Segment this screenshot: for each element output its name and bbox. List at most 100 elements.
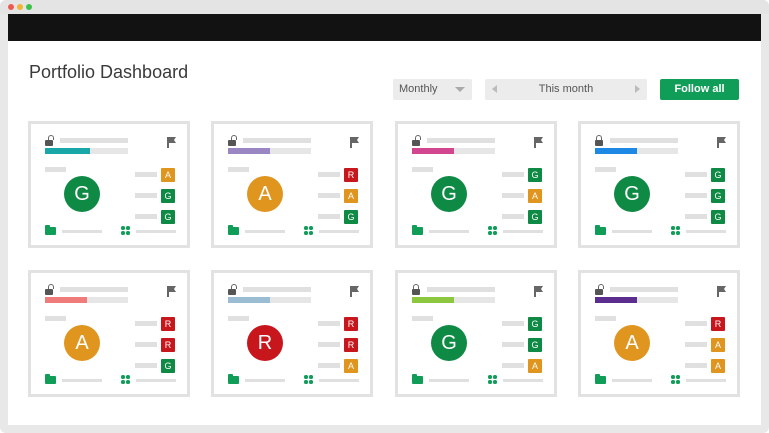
- apps-grid-icon[interactable]: [121, 375, 130, 384]
- grid-dot: [121, 226, 125, 230]
- project-title-placeholder: [427, 138, 495, 143]
- grid-dot: [126, 226, 130, 230]
- status-label-placeholder: [412, 316, 433, 321]
- metric-label-placeholder: [135, 214, 157, 219]
- progress-bar-fill: [412, 297, 455, 303]
- project-card[interactable]: GGGA: [395, 270, 557, 397]
- apps-grid-icon[interactable]: [121, 226, 130, 235]
- flag-icon[interactable]: [534, 286, 544, 297]
- period-select[interactable]: Monthly: [393, 79, 472, 100]
- folder-icon[interactable]: [228, 374, 239, 384]
- apps-placeholder: [136, 230, 176, 233]
- flag-icon[interactable]: [717, 286, 727, 297]
- status-label-placeholder: [595, 167, 616, 172]
- flag-icon[interactable]: [350, 137, 360, 148]
- next-month-button[interactable]: [629, 79, 645, 100]
- project-card[interactable]: GGGG: [578, 121, 740, 248]
- documents-placeholder: [612, 230, 652, 233]
- metric-label-placeholder: [502, 321, 524, 326]
- metric-status-badge: A: [344, 189, 358, 203]
- apps-grid-icon[interactable]: [671, 375, 680, 384]
- unlocked-icon: [228, 284, 237, 295]
- documents-placeholder: [62, 230, 102, 233]
- folder-icon[interactable]: [595, 374, 606, 384]
- flag-cloth: [718, 137, 726, 143]
- project-card[interactable]: ARAA: [578, 270, 740, 397]
- metric-status-badge: G: [528, 338, 542, 352]
- apps-grid-icon[interactable]: [671, 226, 680, 235]
- flag-icon[interactable]: [167, 137, 177, 148]
- metric-label-placeholder: [502, 363, 524, 368]
- flag-icon[interactable]: [350, 286, 360, 297]
- grid-dot: [676, 380, 680, 384]
- minimize-window-button[interactable]: [17, 4, 23, 10]
- metric-status-badge: A: [528, 359, 542, 373]
- documents-placeholder: [429, 379, 469, 382]
- metric-status-badge: G: [344, 210, 358, 224]
- progress-bar: [595, 148, 678, 154]
- chevron-down-icon: [455, 87, 465, 92]
- metric-status-badge: G: [161, 210, 175, 224]
- project-card[interactable]: RRRA: [211, 270, 373, 397]
- metric-status-badge: R: [344, 338, 358, 352]
- documents-placeholder: [612, 379, 652, 382]
- folder-icon[interactable]: [595, 225, 606, 235]
- lock-body: [412, 289, 420, 295]
- follow-all-button[interactable]: Follow all: [660, 79, 739, 100]
- folder-icon[interactable]: [228, 225, 239, 235]
- overall-status-circle: G: [64, 176, 100, 212]
- project-card[interactable]: GAGG: [28, 121, 190, 248]
- progress-bar: [412, 297, 495, 303]
- grid-dot: [121, 375, 125, 379]
- project-card[interactable]: ARAG: [211, 121, 373, 248]
- project-card[interactable]: GGAG: [395, 121, 557, 248]
- apps-grid-icon[interactable]: [304, 375, 313, 384]
- month-navigator: This month: [485, 79, 647, 100]
- top-navigation-bar: [8, 14, 761, 41]
- project-card[interactable]: ARRG: [28, 270, 190, 397]
- folder-icon[interactable]: [45, 374, 56, 384]
- metric-label-placeholder: [135, 321, 157, 326]
- grid-dot: [488, 231, 492, 235]
- metric-label-placeholder: [318, 214, 340, 219]
- flag-cloth: [351, 137, 359, 143]
- metric-status-badge: G: [711, 210, 725, 224]
- flag-icon[interactable]: [167, 286, 177, 297]
- overall-status-circle: G: [431, 325, 467, 361]
- flag-cloth: [351, 286, 359, 292]
- progress-bar: [45, 148, 128, 154]
- flag-icon[interactable]: [717, 137, 727, 148]
- apps-placeholder: [319, 230, 359, 233]
- grid-dot: [671, 226, 675, 230]
- grid-dot: [493, 231, 497, 235]
- metric-label-placeholder: [685, 363, 707, 368]
- page-title: Portfolio Dashboard: [29, 62, 189, 82]
- folder-icon[interactable]: [412, 225, 423, 235]
- lock-body: [595, 140, 603, 146]
- apps-grid-icon[interactable]: [488, 226, 497, 235]
- grid-dot: [121, 231, 125, 235]
- folder-icon[interactable]: [412, 374, 423, 384]
- metric-status-badge: G: [528, 317, 542, 331]
- metric-status-badge: R: [711, 317, 725, 331]
- apps-grid-icon[interactable]: [488, 375, 497, 384]
- unlocked-icon: [45, 135, 54, 146]
- metric-status-badge: A: [161, 168, 175, 182]
- grid-dot: [304, 231, 308, 235]
- previous-month-button[interactable]: [487, 79, 503, 100]
- apps-grid-icon[interactable]: [304, 226, 313, 235]
- maximize-window-button[interactable]: [26, 4, 32, 10]
- lock-body: [228, 140, 236, 146]
- progress-bar: [228, 297, 311, 303]
- status-label-placeholder: [228, 167, 249, 172]
- progress-bar: [228, 148, 311, 154]
- folder-icon[interactable]: [45, 225, 56, 235]
- unlocked-icon: [45, 284, 54, 295]
- grid-dot: [488, 375, 492, 379]
- grid-dot: [304, 226, 308, 230]
- flag-icon[interactable]: [534, 137, 544, 148]
- close-window-button[interactable]: [8, 4, 14, 10]
- metric-label-placeholder: [685, 342, 707, 347]
- grid-dot: [671, 231, 675, 235]
- lock-body: [45, 140, 53, 146]
